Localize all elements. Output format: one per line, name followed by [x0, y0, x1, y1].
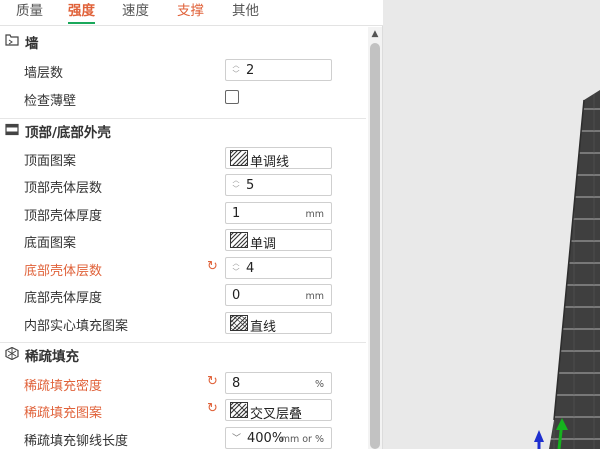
chevron-down-icon[interactable]: ﹀ — [231, 70, 241, 79]
combobox-value: 400% — [247, 431, 285, 446]
setting-label: 底部壳体厚度 — [24, 291, 103, 306]
tab-others[interactable]: 其他 — [232, 0, 259, 24]
reset-icon[interactable]: ↻ — [207, 260, 221, 274]
setting-label: 稀疏填充图案 — [24, 406, 103, 421]
spinner-value: 5 — [246, 178, 255, 193]
section-top-bottom-shell: 顶部/底部外壳 — [0, 119, 366, 141]
row-sparse-infill-pattern: 稀疏填充图案 ↻ 交叉层叠 — [0, 397, 366, 424]
row-internal-solid-pattern: 内部实心填充图案 直线 — [0, 310, 366, 337]
row-sparse-infill-anchor: 稀疏填充铆线长度 ﹀ 400% mm or % — [0, 425, 366, 449]
unit-label: mm or % — [280, 434, 324, 445]
setting-label: 顶部壳体层数 — [24, 181, 103, 196]
row-bottom-shell-thickness: 底部壳体厚度 0 mm — [0, 282, 366, 309]
scroll-up-icon[interactable]: ▲ — [370, 29, 380, 39]
setting-label: 顶部壳体厚度 — [24, 209, 103, 224]
settings-tabs: 质量 强度 速度 支撑 其他 — [0, 0, 383, 26]
tab-support[interactable]: 支撑 — [177, 0, 204, 24]
setting-label: 检查薄壁 — [24, 94, 77, 109]
setting-label: 底面图案 — [24, 236, 77, 251]
input-value: 8 — [232, 376, 241, 391]
bottom-shell-thickness-input[interactable]: 0 mm — [225, 284, 332, 306]
section-title: 顶部/底部外壳 — [25, 125, 111, 141]
tab-strength[interactable]: 强度 — [68, 0, 95, 24]
row-top-pattern: 顶面图案 单调线 — [0, 145, 366, 172]
cross-hatch-pattern-icon — [230, 402, 248, 418]
row-top-shell-thickness: 顶部壳体厚度 1 mm — [0, 200, 366, 227]
sparse-infill-anchor-combobox[interactable]: ﹀ 400% mm or % — [225, 427, 332, 449]
chevron-up-icon[interactable]: ︿ — [231, 176, 241, 185]
shell-section-icon — [5, 123, 19, 136]
row-wall-loops: 墙层数 ︿ ﹀ 2 — [0, 57, 366, 84]
top-shell-thickness-input[interactable]: 1 mm — [225, 202, 332, 224]
dropdown-value: 单调线 — [250, 155, 290, 170]
chevron-down-icon[interactable]: ﹀ — [232, 431, 241, 444]
bottom-pattern-dropdown[interactable]: 单调 — [225, 229, 332, 252]
unit-label: mm — [305, 209, 324, 220]
monotonic-pattern-icon — [230, 232, 248, 248]
settings-scrollbar[interactable]: ▲ — [368, 27, 382, 449]
reset-icon[interactable]: ↻ — [207, 375, 221, 389]
wall-section-icon — [5, 34, 19, 46]
row-bottom-shell-layers: 底部壳体层数 ↻ ︿ ﹀ 4 — [0, 255, 366, 282]
spinner-arrows[interactable]: ︿ ﹀ — [231, 61, 241, 79]
row-top-shell-layers: 顶部壳体层数 ︿ ﹀ 5 — [0, 172, 366, 199]
tab-speed[interactable]: 速度 — [122, 0, 149, 24]
setting-label: 稀疏填充铆线长度 — [24, 434, 129, 449]
spinner-arrows[interactable]: ︿ ﹀ — [231, 259, 241, 277]
settings-list: 墙 墙层数 ︿ ﹀ 2 检查薄壁 顶部/底部外壳 顶面图案 单调线 顶部壳体层数… — [0, 27, 383, 449]
spinner-arrows[interactable]: ︿ ﹀ — [231, 176, 241, 194]
sparse-infill-density-input[interactable]: 8 % — [225, 372, 332, 394]
dropdown-value: 交叉层叠 — [250, 407, 303, 422]
reset-icon[interactable]: ↻ — [207, 402, 221, 416]
section-title: 稀疏填充 — [25, 349, 79, 365]
3d-viewport[interactable] — [384, 0, 600, 449]
sparse-infill-pattern-dropdown[interactable]: 交叉层叠 — [225, 399, 332, 422]
model-preview — [534, 90, 600, 449]
section-title: 墙 — [25, 36, 39, 52]
unit-label: mm — [305, 291, 324, 302]
setting-label: 内部实心填充图案 — [24, 319, 129, 334]
scrollbar-thumb[interactable] — [370, 43, 380, 449]
chevron-up-icon[interactable]: ︿ — [231, 61, 241, 70]
row-sparse-infill-density: 稀疏填充密度 ↻ 8 % — [0, 370, 366, 397]
tab-quality[interactable]: 质量 — [16, 0, 43, 24]
unit-label: % — [314, 379, 324, 390]
wall-loops-spinner[interactable]: ︿ ﹀ 2 — [225, 59, 332, 81]
setting-label: 稀疏填充密度 — [24, 379, 103, 394]
spinner-value: 4 — [246, 261, 255, 276]
spinner-value: 2 — [246, 63, 255, 78]
setting-label: 底部壳体层数 — [24, 264, 103, 279]
top-shell-layers-spinner[interactable]: ︿ ﹀ 5 — [225, 174, 332, 196]
dropdown-value: 直线 — [250, 320, 277, 335]
rectilinear-pattern-icon — [230, 315, 248, 331]
setting-label: 顶面图案 — [24, 154, 77, 169]
chevron-down-icon[interactable]: ﹀ — [231, 185, 241, 194]
section-sparse-infill: 稀疏填充 — [0, 343, 366, 365]
z-axis-arrow-icon — [534, 430, 544, 442]
settings-panel: 质量 强度 速度 支撑 其他 墙 墙层数 ︿ ﹀ 2 检查薄壁 顶部/底部外壳 … — [0, 0, 383, 449]
chevron-down-icon[interactable]: ﹀ — [231, 268, 241, 277]
section-wall: 墙 — [0, 30, 366, 52]
input-value: 0 — [232, 288, 241, 303]
monotonic-pattern-icon — [230, 150, 248, 166]
infill-section-icon — [5, 347, 19, 360]
bottom-shell-layers-spinner[interactable]: ︿ ﹀ 4 — [225, 257, 332, 279]
dropdown-value: 单调 — [250, 237, 277, 252]
setting-label: 墙层数 — [24, 66, 64, 81]
row-bottom-pattern: 底面图案 单调 — [0, 227, 366, 254]
row-detect-thin-wall: 检查薄壁 — [0, 85, 366, 112]
internal-solid-pattern-dropdown[interactable]: 直线 — [225, 312, 332, 335]
chevron-up-icon[interactable]: ︿ — [231, 259, 241, 268]
input-value: 1 — [232, 206, 241, 221]
top-pattern-dropdown[interactable]: 单调线 — [225, 147, 332, 170]
detect-thin-wall-checkbox[interactable] — [225, 90, 239, 104]
